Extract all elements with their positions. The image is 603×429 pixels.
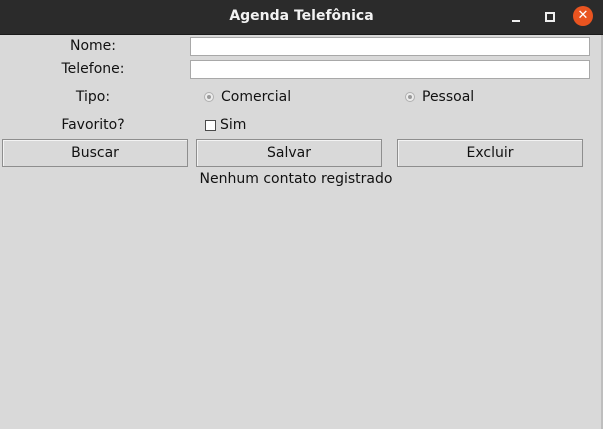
checkbox-icon[interactable] bbox=[205, 119, 216, 131]
telefone-label: Telefone: bbox=[61, 61, 125, 77]
app-window: Agenda Telefônica ✕ Nome: Telefone: Tipo… bbox=[0, 0, 603, 429]
close-button[interactable]: ✕ bbox=[572, 6, 594, 28]
maximize-button[interactable] bbox=[538, 6, 560, 28]
salvar-button[interactable]: Salvar bbox=[196, 139, 382, 167]
status-message: Nenhum contato registrado bbox=[199, 171, 393, 187]
form-area: Nome: Telefone: Tipo: Comercial Pessoal … bbox=[0, 35, 603, 429]
buscar-button[interactable]: Buscar bbox=[2, 139, 188, 167]
favorito-checkbox-label: Sim bbox=[220, 117, 247, 133]
radio-icon[interactable] bbox=[405, 92, 415, 102]
radio-comercial[interactable]: Comercial bbox=[204, 89, 291, 105]
minimize-icon bbox=[512, 20, 520, 22]
close-icon: ✕ bbox=[573, 6, 593, 26]
excluir-button[interactable]: Excluir bbox=[397, 139, 583, 167]
nome-label: Nome: bbox=[69, 38, 116, 54]
favorito-label: Favorito? bbox=[61, 117, 125, 133]
radio-icon[interactable] bbox=[204, 92, 214, 102]
tipo-label: Tipo: bbox=[75, 89, 111, 105]
telefone-input[interactable] bbox=[190, 60, 590, 79]
radio-pessoal[interactable]: Pessoal bbox=[405, 89, 474, 105]
radio-pessoal-label: Pessoal bbox=[422, 89, 475, 105]
radio-comercial-label: Comercial bbox=[221, 89, 292, 105]
minimize-button[interactable] bbox=[505, 6, 527, 28]
maximize-icon bbox=[545, 12, 555, 22]
nome-input[interactable] bbox=[190, 37, 590, 56]
favorito-checkbox[interactable]: Sim bbox=[205, 117, 246, 133]
title-bar[interactable]: Agenda Telefônica ✕ bbox=[0, 0, 603, 35]
